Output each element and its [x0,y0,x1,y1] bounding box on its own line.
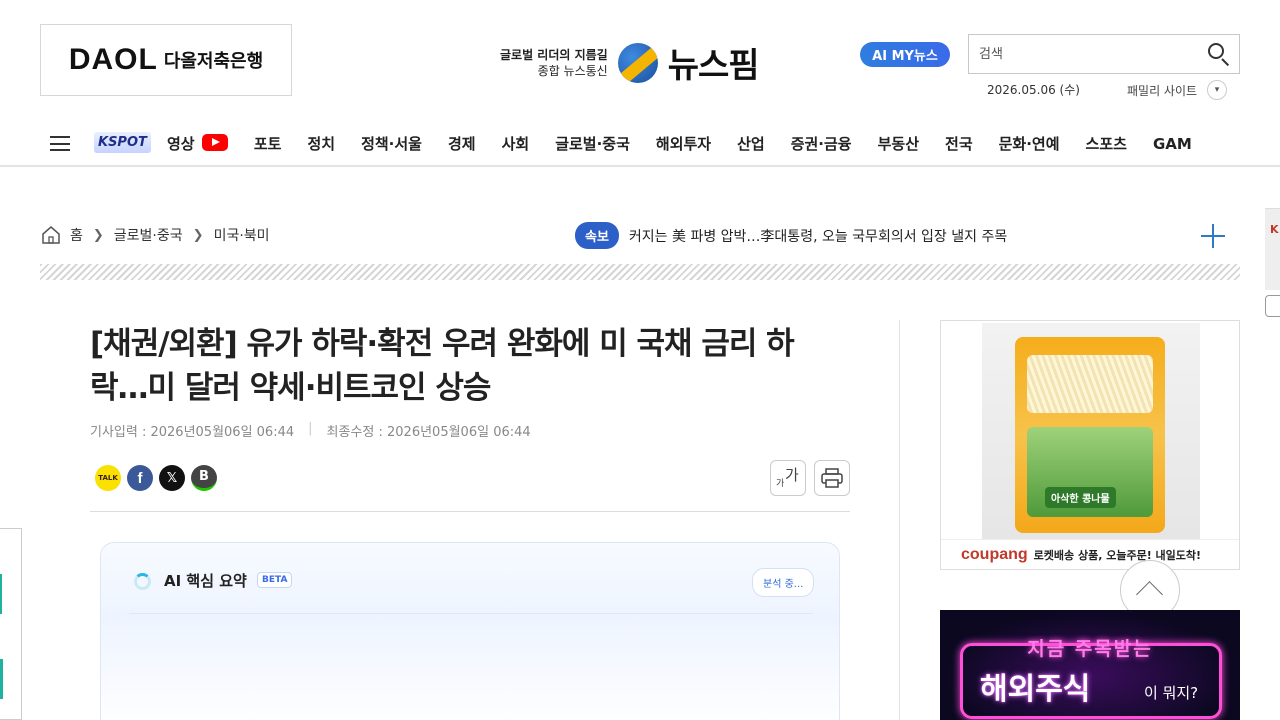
breadcrumb-subsection[interactable]: 미국·북미 [214,225,270,245]
meta-divider: | [308,421,313,436]
ad-brand-sub: 다올저축은행 [163,51,264,72]
breadcrumb: 홈 ❯ 글로벌·중국 ❯ 미국·북미 [40,224,270,246]
promo-line-1: 지금 주목받는 [1027,638,1153,660]
right-floating-banner[interactable]: K [1265,208,1280,290]
nav-item-real-estate[interactable]: 부동산 [878,133,919,154]
share-buttons: TALK f 𝕏 B [95,465,217,491]
font-size-icon: 가 가 [776,466,800,490]
article-title: [채권/외환] 유가 하락·확전 우려 완화에 미 국채 금리 하락…미 달러 … [90,326,795,406]
promo-line-2: 해외주식 [980,672,1091,707]
facebook-share-icon[interactable]: f [127,465,153,491]
column-divider [899,320,900,720]
overseas-stock-ad[interactable]: 지금 주목받는 해외주식 이 뭐지? [940,610,1240,720]
font-size-button[interactable]: 가 가 [770,460,806,496]
coupang-ad[interactable]: 아삭한 콩나물 coupang 로켓배송 상품, 오늘주문! 내일도착! [940,320,1240,570]
article-divider [90,511,850,512]
print-button[interactable] [814,460,850,496]
site-logo[interactable]: 글로벌 리더의 지름길 종합 뉴스통신 뉴스핌 [500,38,760,87]
family-site-label: 패밀리 사이트 [1127,83,1198,98]
right-floating-control[interactable] [1265,295,1280,317]
nav-item-photo[interactable]: 포토 [254,133,282,154]
nav-item-society[interactable]: 사회 [502,133,530,154]
chevron-down-icon[interactable]: ▾ [1207,80,1228,100]
search-icon[interactable] [1199,34,1239,74]
loading-spinner-icon [134,573,151,590]
nav-item-global-china[interactable]: 글로벌·중국 [555,133,630,154]
home-icon[interactable] [40,224,62,246]
band-share-icon[interactable]: B [191,465,217,491]
youtube-icon [201,134,228,151]
coupang-logo: coupang [961,545,1028,563]
nav-item-gam[interactable]: GAM [1153,135,1192,153]
breaking-badge: 속보 [575,222,619,249]
logo-tagline-1: 글로벌 리더의 지름길 [500,47,608,62]
nav-item-economy[interactable]: 경제 [448,133,476,154]
kspot-logo[interactable]: KSPOT [94,132,151,153]
logo-globe-icon [617,42,658,83]
nav-item-politics[interactable]: 정치 [307,133,335,154]
product-label: 아삭한 콩나물 [1045,487,1116,508]
nav-item-sports[interactable]: 스포츠 [1086,133,1127,154]
kakao-share-icon[interactable]: TALK [95,465,121,491]
promo-line-3: 이 뭐지? [1144,684,1199,702]
breaking-headline[interactable]: 커지는 美 파병 압박…李대통령, 오늘 국무회의서 입장 낼지 주목 [629,226,1007,246]
analysis-status-badge: 분석 중... [752,568,815,597]
published-time: 기사입력 : 2026년05월06일 06:44 [90,425,295,440]
logo-tagline: 글로벌 리더의 지름길 종합 뉴스통신 [500,47,608,79]
logo-name: 뉴스핌 [667,46,760,86]
chevron-right-icon: ❯ [192,227,204,243]
plus-icon[interactable] [1201,224,1225,248]
font-size-large: 가 [785,466,799,484]
search-input[interactable] [969,35,1199,73]
nav-item-culture-entertainment[interactable]: 문화·연예 [999,133,1060,154]
bean-sprout-product-image: 아삭한 콩나물 [982,323,1200,539]
breadcrumb-home[interactable]: 홈 [70,225,83,245]
chevron-right-icon: ❯ [92,227,104,243]
coupang-footer: coupang 로켓배송 상품, 오늘주문! 내일도착! [941,539,1239,569]
search-box [968,34,1240,74]
breadcrumb-section[interactable]: 글로벌·중국 [114,225,183,245]
nav-item-industry[interactable]: 산업 [737,133,765,154]
nav-item-policy-seoul[interactable]: 정책·서울 [361,133,422,154]
breaking-news[interactable]: 속보 커지는 美 파병 압박…李대통령, 오늘 국무회의서 입장 낼지 주목 [575,222,1007,249]
main-nav: KSPOT 영상 포토 정치 정책·서울 경제 사회 글로벌·중국 해외투자 산… [0,120,1280,167]
nav-item-overseas-investment[interactable]: 해외투자 [656,133,711,154]
ad-brand: DAOL [68,43,158,76]
ai-summary-title: AI 핵심 요약 [164,572,247,590]
current-date: 2026.05.06 (수) [987,83,1080,97]
ai-summary-card: AI 핵심 요약 BETA 분석 중... [100,542,840,720]
modified-time: 최종수정 : 2026년05월06일 06:44 [326,425,531,440]
ai-my-news-button[interactable]: AI MY뉴스 [860,42,950,67]
nav-item-nationwide[interactable]: 전국 [945,133,973,154]
nav-item-securities-finance[interactable]: 증권·금융 [791,133,852,154]
coupang-ad-text: 로켓배송 상품, 오늘주문! 내일도착! [1033,548,1202,562]
hamburger-menu-icon[interactable] [50,136,70,151]
beta-badge: BETA [257,572,293,588]
font-size-small: 가 [776,479,785,489]
daol-bank-ad[interactable]: DAOL 다올저축은행 [40,24,292,96]
nav-item-video-label: 영상 [167,135,195,153]
nav-item-video[interactable]: 영상 [167,133,228,154]
left-floating-banner[interactable] [0,528,22,720]
hatch-divider [40,264,1240,280]
article-meta: 기사입력 : 2026년05월06일 06:44 | 최종수정 : 2026년0… [90,421,531,440]
family-site-dropdown[interactable]: 패밀리 사이트 ▾ [1127,80,1228,100]
x-share-icon[interactable]: 𝕏 [159,465,185,491]
ai-summary-rule [129,613,813,614]
print-icon [821,468,843,488]
logo-tagline-2: 종합 뉴스통신 [537,63,608,78]
nav-menu: 영상 포토 정치 정책·서울 경제 사회 글로벌·중국 해외투자 산업 증권·금… [167,133,1218,154]
